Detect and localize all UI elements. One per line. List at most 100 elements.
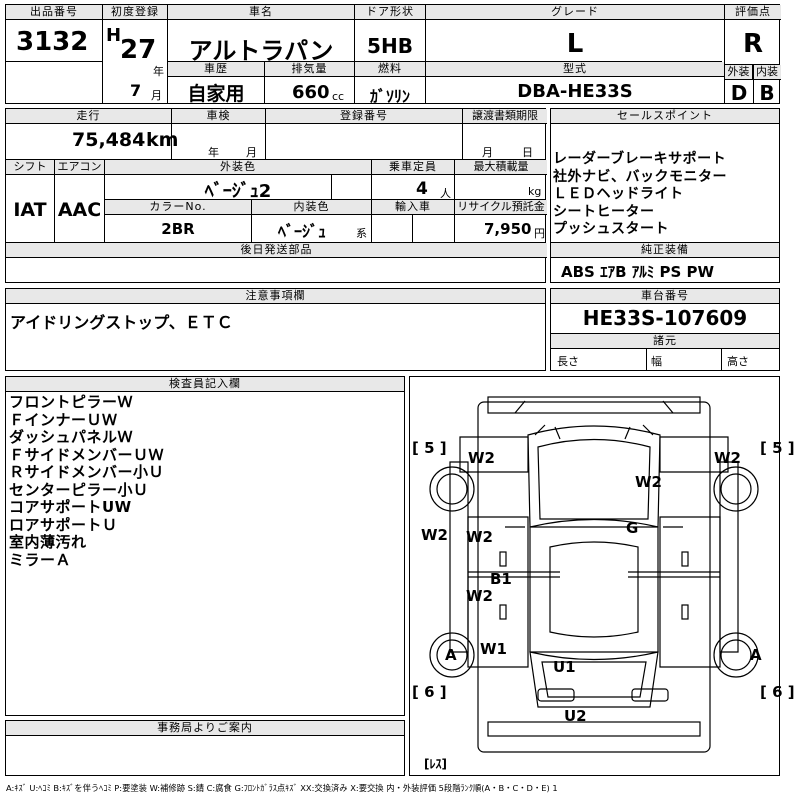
sales-block: セールスポイント レーダーブレーキサポート 社外ナビ、バックモニター ＬＥＤヘッ… [550,108,780,283]
recycle-label: リサイクル預託金 [455,200,547,215]
inspector-item: ミラーＡ [9,550,72,569]
sales-item: プッシュスタート [553,221,669,237]
notes-label: 注意事項欄 [6,289,545,304]
inspector-block: 検査員記入欄 フロントピラーＷ ＦインナーＵＷ ダッシュパネルＷ Ｆサイドメンバ… [5,376,405,716]
damage-a-left: A [445,646,457,664]
sales-label: セールスポイント [551,109,779,124]
score: R [742,29,764,59]
sales-list: レーダーブレーキサポート 社外ナビ、バックモニター ＬＥＤヘッドライト シートヒ… [553,151,727,239]
recycle-unit: 円 [534,227,545,240]
dims-label: 諸元 [551,334,779,349]
inspector-item: フロントピラーＷ [9,393,134,411]
damage-w2-front-left: W2 [468,449,495,467]
chassis-label: 車台番号 [551,289,779,304]
lot-label: 出品番号 [6,5,102,20]
damage-w2-door1: W2 [466,528,493,546]
import-label: 輸入車 [372,200,454,215]
inspector-item: センターピラー小Ｕ [9,480,149,499]
inspector-item: ＦインナーＵＷ [9,410,118,429]
mileage-label: 走行 [6,109,171,124]
capacity-label: 乗車定員 [372,160,454,175]
displacement: 660 [292,82,330,103]
damage-legend: A:ｷｽﾞ U:ﾍｺﾐ B:ｷｽﾞを伴うﾍｺﾐ P:要塗装 W:補修跡 S:錆 … [6,783,558,793]
transfer-day: 日 [522,146,533,159]
office-label: 事務局よりご案内 [6,721,404,736]
int-color-unit: 系 [356,227,367,240]
inspector-item: ロアサポートＵ [9,515,118,534]
mileage: 75,484 [72,129,146,151]
month-unit: 月 [151,89,162,102]
spare-less-label: [ﾚｽ] [424,757,447,771]
corner-label-tl: [ 5 ] [412,439,447,457]
reg-month: 7 [130,81,142,100]
inspect-year: 年 [208,146,219,159]
damage-a-right: A [750,646,762,664]
damage-b1: B1 [490,570,512,588]
height-label: 高さ [727,355,749,368]
car-outline-diagram [429,396,759,753]
sales-item: シートヒーター [553,203,655,220]
door-type: 5HB [367,34,413,58]
damage-w2-front-right: W2 [714,449,741,467]
history-label: 車歴 [168,62,264,77]
length-label: 長さ [557,355,579,368]
inspector-item: Ｒサイドメンバー小Ｕ [9,463,165,481]
capacity: 4 [416,179,428,199]
grade-label: グレード [426,5,724,20]
inspector-item: 室内薄汚れ [9,533,87,551]
fuel: ｶﾞｿﾘﾝ [369,87,410,106]
notes-block: 注意事項欄 アイドリングストップ、ＥＴＣ [5,288,546,371]
damage-u2: U2 [564,707,587,725]
int-label: 内装 [753,65,781,80]
model: DBA-HE33S [517,81,633,102]
damage-w2-door2: W2 [466,587,493,605]
year-unit: 年 [153,65,164,78]
ac: AAC [57,199,102,221]
damage-g-roof: G [626,519,639,537]
first-reg-label: 初度登録 [103,5,167,20]
ext-score: D [730,81,748,105]
car-diagram: [ 5 ] [ 5 ] [ 6 ] [ 6 ] W2 W2 W2 G W2 W2… [409,376,795,776]
score-label: 評価点 [725,5,781,20]
model-label: 型式 [426,62,724,77]
corner-label-tr: [ 5 ] [760,439,795,457]
inspector-list: フロントピラーＷ ＦインナーＵＷ ダッシュパネルＷ ＦサイドメンバーＵＷ Ｒサイ… [9,393,165,569]
inspector-item: ダッシュパネルＷ [9,428,134,446]
lot-number: 3132 [16,27,89,57]
transfer-label: 譲渡書類期限 [463,109,547,124]
disp-unit: cc [332,90,345,103]
shift-label: シフト [6,160,54,175]
inspector-label: 検査員記入欄 [6,377,404,392]
equip-label: 純正装備 [551,243,779,258]
color-number: 2BR [161,220,195,238]
damage-w2-left: W2 [421,526,448,544]
damage-w2-hood: W2 [635,473,662,491]
fuel-label: 燃料 [355,62,425,77]
sales-item: レーダーブレーキサポート [553,151,727,167]
int-color: ﾍﾞｰｼﾞｭ [277,222,326,241]
int-score: B [759,81,775,105]
sales-item: ＬＥＤヘッドライト [553,186,684,202]
inspector-item: ＦサイドメンバーＵＷ [9,445,165,464]
era: H [106,25,122,46]
name-label: 車名 [168,5,354,20]
recycle: 7,950 [484,220,532,238]
vehicle-info-block: 走行 75,484 km 車検 年 月 登録番号 譲渡書類期限 月 日 シフト … [5,108,547,283]
reg-year: 27 [120,35,157,65]
inspector-item: コアサポートUW [9,498,132,516]
colorno-label: カラーNo. [105,200,251,215]
damage-w1: W1 [480,640,507,658]
chassis-block: 車台番号 HE33S-107609 諸元 長さ 幅 高さ [550,288,780,371]
equipment: ABS ｴｱB ｱﾙﾐ PS PW [561,263,715,281]
damage-u1: U1 [553,658,576,676]
width-label: 幅 [651,355,662,368]
history: 自家用 [187,83,245,105]
intcolor-label: 内装色 [252,200,371,215]
office-block: 事務局よりご案内 [5,720,405,776]
notes-text: アイドリングストップ、ＥＴＣ [10,313,233,332]
transfer-month: 月 [482,146,493,159]
chassis-number: HE33S-107609 [582,306,748,330]
load-unit: kg [528,185,542,198]
sales-item: 社外ナビ、バックモニター [553,168,727,185]
grade: L [566,29,584,59]
